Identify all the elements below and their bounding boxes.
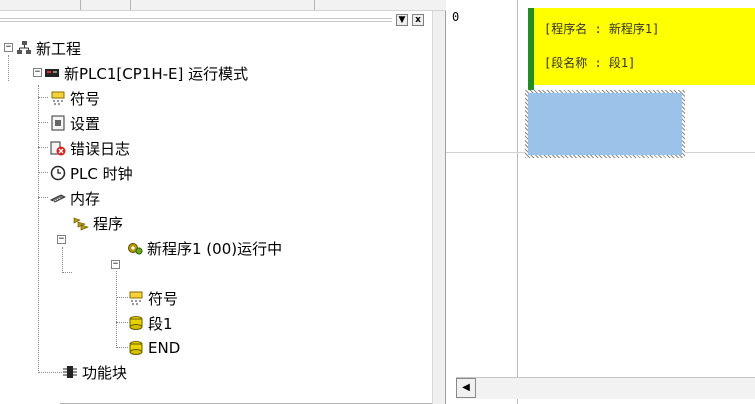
tree-node-label: 内存 <box>70 189 101 208</box>
rung-number: 0 <box>452 10 460 24</box>
tree-node-label: 新工程 <box>36 39 82 58</box>
horizontal-scrollbar[interactable]: ◀ <box>456 377 755 399</box>
tree-node-symbols[interactable]: 符号 <box>50 87 100 109</box>
symbols-icon <box>50 90 66 106</box>
tree-node-label: 设置 <box>70 114 101 133</box>
network-icon <box>16 40 32 56</box>
toolbar-separator <box>80 0 81 10</box>
tree-connector <box>38 197 48 198</box>
tree-connector <box>8 55 9 81</box>
running-program-icon <box>127 240 143 256</box>
section-icon <box>128 340 144 356</box>
title-grip-line <box>0 18 392 19</box>
tree-expander[interactable]: − <box>57 235 66 244</box>
rung-number-column: 0 <box>446 0 518 404</box>
tree-node-section-1[interactable]: 段1 <box>128 312 173 334</box>
tree-node-plc-clock[interactable]: PLC 时钟 <box>50 162 133 184</box>
tree-node-program-symbols[interactable]: 符号 <box>128 287 178 309</box>
tree-node-error-log[interactable]: 错误日志 <box>50 137 130 159</box>
tree-expander[interactable]: − <box>33 68 42 77</box>
tree-connector <box>116 347 128 348</box>
tree-expander[interactable]: − <box>4 43 13 52</box>
function-block-icon <box>62 364 78 380</box>
tree-connector <box>116 271 117 348</box>
tree-node-end[interactable]: END <box>128 337 180 359</box>
section-icon <box>128 315 144 331</box>
tree-expander[interactable]: − <box>111 260 120 269</box>
settings-icon <box>50 115 66 131</box>
tree-node-label: 程序 <box>93 214 124 233</box>
tree-node-programs[interactable]: 程序 <box>73 212 123 234</box>
tree-node-plc[interactable]: 新PLC1[CP1H-E] 运行模式 <box>44 62 248 84</box>
tree-node-label: 段1 <box>148 314 173 333</box>
tree-connector <box>38 172 48 173</box>
plc-device-icon <box>44 65 60 81</box>
selected-rung-block[interactable] <box>525 90 685 158</box>
tree-node-label: 新PLC1[CP1H-E] 运行模式 <box>64 64 249 83</box>
pane-dropdown-button[interactable]: ▼ <box>396 14 408 26</box>
memory-icon <box>50 190 66 206</box>
toolbar-separator <box>314 0 315 10</box>
symbols-icon <box>128 290 144 306</box>
scroll-left-button[interactable]: ◀ <box>456 378 476 398</box>
tree-node-label: 符号 <box>70 89 101 108</box>
tree-node-label: PLC 时钟 <box>70 164 133 183</box>
clock-icon <box>50 165 66 181</box>
splitter-edge <box>432 11 433 404</box>
tree-node-label: 新程序1 (00)运行中 <box>147 239 283 258</box>
tree-node-label: 错误日志 <box>70 139 131 158</box>
pane-close-button[interactable]: x <box>412 14 424 26</box>
tree-node-label: END <box>148 339 181 357</box>
tree-connector <box>116 297 128 298</box>
program-name-line: [程序名 : 新程序1] <box>544 22 660 36</box>
toolbar-separator <box>130 0 131 10</box>
pane-splitter[interactable] <box>432 11 446 404</box>
tree-connector <box>38 147 48 148</box>
section-name-line: [段名称 : 段1] <box>544 56 636 70</box>
ladder-editor-pane[interactable]: 0 [程序名 : 新程序1] [段名称 : 段1] ◀ <box>446 0 755 404</box>
tree-connector <box>116 322 128 323</box>
tree-node-label: 功能块 <box>82 363 128 382</box>
tree-connector <box>38 122 48 123</box>
project-tree-pane: ▼ x − − − − 新工程 新PLC1[CP1H-E] 运行模式 符号 设置… <box>0 11 432 404</box>
programs-icon <box>73 215 89 231</box>
error-log-icon <box>50 140 66 156</box>
tree-node-label: 符号 <box>148 289 179 308</box>
tree-node-project[interactable]: 新工程 <box>16 37 81 59</box>
tree-node-memory[interactable]: 内存 <box>50 187 100 209</box>
tree-node-program1[interactable]: 新程序1 (00)运行中 <box>127 237 282 259</box>
tree-connector <box>62 272 72 273</box>
tree-connector <box>38 372 62 373</box>
tree-connector <box>38 85 39 371</box>
pane-title-bar[interactable]: ▼ x <box>0 11 432 35</box>
title-grip-line <box>0 21 392 22</box>
tree-node-function-blocks[interactable]: 功能块 <box>62 361 127 383</box>
tree-node-settings[interactable]: 设置 <box>50 112 100 134</box>
program-header-block: [程序名 : 新程序1] [段名称 : 段1] <box>534 8 755 85</box>
tree-connector <box>38 97 48 98</box>
tree-connector <box>62 247 63 273</box>
